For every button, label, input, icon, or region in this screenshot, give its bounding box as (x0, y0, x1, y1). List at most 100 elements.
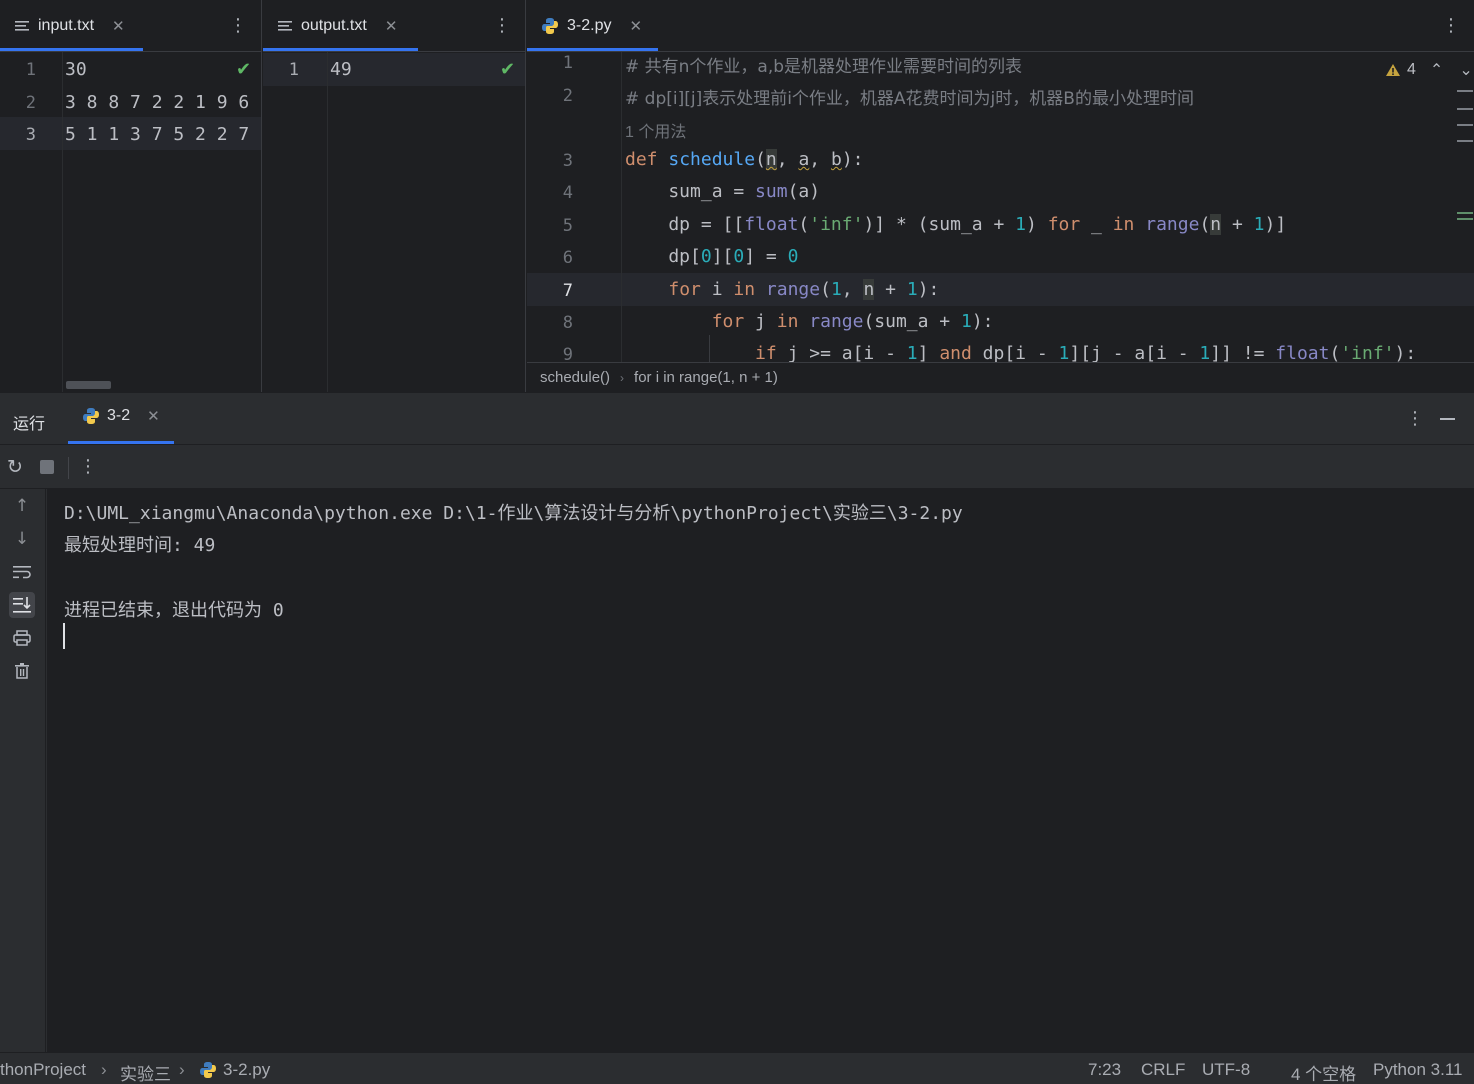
stop-icon[interactable] (40, 460, 54, 474)
status-path-folder[interactable]: 实验三 (120, 1060, 171, 1084)
run-header: 运行 3-2 ✕ ⋮ (0, 393, 1474, 445)
tab-label: input.txt (38, 17, 95, 34)
gutter-divider (327, 52, 328, 392)
run-toolbar: ↻ ⋮ (0, 445, 1474, 489)
no-problems-check-icon[interactable]: ✔ (500, 59, 515, 80)
warning-icon (1386, 64, 1400, 76)
code-line-6[interactable]: dp[0][0] = 0 (625, 246, 798, 267)
scroll-marker[interactable] (1457, 124, 1473, 126)
line-number: 2 (25, 93, 36, 113)
tab-output-txt[interactable]: output.txt ✕ (263, 0, 397, 52)
line-number: 4 (562, 183, 573, 203)
console-result-line[interactable]: 最短处理时间: 49 (64, 531, 215, 557)
chevron-right-icon: › (620, 370, 625, 385)
code-line-3[interactable]: def schedule(n, a, b): (625, 149, 864, 170)
tool-window-title: 运行 (13, 414, 46, 433)
close-tab-icon[interactable]: ✕ (629, 17, 642, 35)
code-line-7[interactable]: for i in range(1, n + 1): (625, 279, 939, 300)
status-indent[interactable]: 4 个空格 (1291, 1060, 1356, 1084)
tab-3-2-py[interactable]: 3-2.py ✕ (527, 0, 642, 52)
soft-wrap-icon[interactable] (9, 559, 35, 585)
status-interpreter[interactable]: Python 3.11 (1373, 1060, 1462, 1080)
text-cursor (63, 623, 65, 649)
minimize-icon[interactable] (1440, 418, 1455, 420)
more-options-icon[interactable]: ⋮ (493, 15, 511, 37)
tab-input-txt[interactable]: input.txt ✕ (0, 0, 125, 52)
no-problems-check-icon[interactable]: ✔ (236, 59, 251, 80)
trash-icon[interactable] (9, 658, 35, 684)
text-file-icon (15, 21, 29, 31)
status-bar: thonProject › 实验三 › 3-2.py 7:23 CRLF UTF… (0, 1052, 1474, 1084)
breadcrumb: schedule() › for i in range(1, n + 1) (527, 362, 1474, 392)
code-line-8[interactable]: for j in range(sum_a + 1): (625, 311, 994, 332)
active-tab-indicator (68, 441, 174, 444)
more-options-icon[interactable]: ⋮ (1442, 15, 1460, 37)
code-comment[interactable]: # 共有n个作业，a,b是机器处理作业需要时间的列表 (625, 52, 1022, 77)
close-tab-icon[interactable]: ✕ (147, 407, 160, 425)
current-line-highlight (263, 53, 525, 86)
close-tab-icon[interactable]: ✕ (112, 17, 125, 35)
line-number: 3 (562, 151, 573, 171)
line-number: 2 (562, 86, 573, 106)
editor-pane-code: 3-2.py ✕ ⋮ 4 ⌃ ⌄ 1 2 3 4 5 6 7 8 9 # 共有n… (527, 0, 1474, 392)
run-tab-3-2[interactable]: 3-2 ✕ (82, 407, 160, 425)
tab-bar: input.txt ✕ ⋮ (0, 0, 261, 52)
line-number: 1 (288, 60, 299, 80)
line-number: 7 (562, 281, 573, 301)
more-options-icon[interactable]: ⋮ (79, 456, 97, 478)
text-file-icon (278, 21, 292, 31)
file-line[interactable]: 5 1 1 3 7 5 2 2 7 (65, 124, 249, 145)
arrow-up-icon[interactable]: ↑ (9, 493, 35, 519)
warning-count: 4 (1407, 61, 1416, 78)
line-number: 1 (25, 60, 36, 80)
code-comment[interactable]: # dp[i][j]表示处理前i个作业，机器A花费时间为j时，机器B的最小处理时… (625, 84, 1194, 109)
previous-highlight-icon[interactable]: ⌃ (1430, 60, 1443, 80)
editor-area: input.txt ✕ ⋮ 1 2 3 30 3 8 8 7 2 2 1 9 6… (0, 0, 1474, 392)
more-options-icon[interactable]: ⋮ (1406, 408, 1424, 430)
status-encoding[interactable]: UTF-8 (1202, 1060, 1250, 1080)
tab-bar: 3-2.py ✕ ⋮ (527, 0, 1474, 52)
inspection-widget[interactable]: 4 ⌃ ⌄ (1385, 60, 1473, 80)
rerun-icon[interactable]: ↻ (4, 456, 26, 478)
code-line-4[interactable]: sum_a = sum(a) (625, 181, 820, 202)
console-exit-line[interactable]: 进程已结束，退出代码为 0 (64, 596, 284, 622)
file-line[interactable]: 30 (65, 59, 87, 80)
scroll-marker[interactable] (1457, 140, 1473, 142)
tab-bar: output.txt ✕ ⋮ (263, 0, 525, 52)
line-number: 3 (25, 125, 36, 145)
gutter-divider (621, 52, 622, 362)
breadcrumb-item[interactable]: for i in range(1, n + 1) (634, 369, 778, 386)
scroll-marker[interactable] (1457, 218, 1473, 220)
active-tab-indicator (263, 48, 418, 51)
status-caret-position[interactable]: 7:23 (1088, 1060, 1121, 1080)
scroll-marker[interactable] (1457, 108, 1473, 110)
line-number: 6 (562, 248, 573, 268)
next-highlight-icon[interactable]: ⌄ (1459, 60, 1472, 80)
console-command-line[interactable]: D:\UML_xiangmu\Anaconda\python.exe D:\1-… (64, 499, 963, 525)
more-options-icon[interactable]: ⋮ (229, 15, 247, 37)
file-line[interactable]: 3 8 8 7 2 2 1 9 6 (65, 92, 249, 113)
scroll-marker[interactable] (1457, 212, 1473, 214)
breadcrumb-item[interactable]: schedule() (540, 369, 610, 386)
usages-hint[interactable]: 1 个用法 (625, 118, 686, 142)
scroll-to-end-icon[interactable] (9, 592, 35, 618)
status-line-ending[interactable]: CRLF (1141, 1060, 1185, 1080)
file-line[interactable]: 49 (330, 59, 352, 80)
tab-label: 3-2 (107, 407, 131, 424)
toolbar-divider (68, 457, 69, 479)
console-side-toolbar: ↑ ↓ (0, 489, 46, 1053)
status-file-name: 3-2.py (223, 1060, 271, 1079)
status-path-project[interactable]: thonProject (0, 1060, 86, 1080)
python-file-icon (200, 1062, 216, 1078)
chevron-right-icon: › (101, 1060, 107, 1079)
status-path-file[interactable]: 3-2.py (199, 1060, 270, 1080)
code-line-9[interactable]: if j >= a[i - 1] and dp[i - 1][j - a[i -… (625, 343, 1416, 362)
close-tab-icon[interactable]: ✕ (385, 17, 398, 35)
scroll-marker[interactable] (1457, 90, 1473, 92)
horizontal-scrollbar[interactable] (66, 381, 111, 389)
print-icon[interactable] (9, 625, 35, 651)
active-tab-indicator (527, 48, 658, 51)
console-output[interactable]: D:\UML_xiangmu\Anaconda\python.exe D:\1-… (47, 489, 1474, 1053)
arrow-down-icon[interactable]: ↓ (9, 526, 35, 552)
code-line-5[interactable]: dp = [[float('inf')] * (sum_a + 1) for _… (625, 214, 1286, 235)
